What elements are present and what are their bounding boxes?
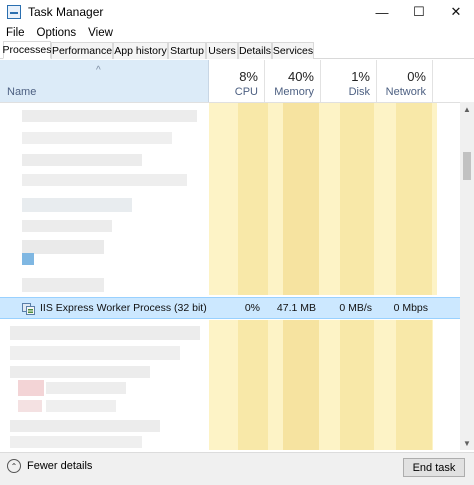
blurred-name [22,220,112,232]
vertical-scrollbar[interactable]: ▲ ▼ [460,102,474,450]
fewer-details-label: Fewer details [27,460,93,472]
blurred-name [10,436,142,448]
blurred-name [22,174,187,186]
task-manager-icon [7,5,21,19]
blurred-process-icon [18,400,42,412]
tab-details[interactable]: Details [238,42,272,59]
process-cpu: 0% [244,302,260,314]
blurred-name [22,240,104,254]
disk-label: Disk [348,86,370,98]
tab-bar: Processes Performance App history Startu… [0,41,474,59]
iis-process-icon [22,303,35,315]
blurred-network-values [396,103,432,295]
menu-options[interactable]: Options [31,27,83,39]
blurred-name [10,366,150,378]
menu-bar: File Options View [0,24,119,42]
blurred-name [10,346,180,360]
menu-view[interactable]: View [82,27,119,39]
fewer-details-button[interactable]: ⌃ Fewer details [7,459,92,473]
blurred-disk-values [340,320,374,450]
scroll-down-icon[interactable]: ▼ [460,436,474,450]
window-title: Task Manager [28,5,104,19]
blurred-name [22,198,132,212]
blurred-name [46,400,116,412]
tab-app-history[interactable]: App history [113,42,168,59]
scroll-up-icon[interactable]: ▲ [460,102,474,116]
tab-processes[interactable]: Processes [2,41,52,59]
sort-ascending-icon: ^ [96,65,101,76]
tab-users[interactable]: Users [206,42,238,59]
column-header-network[interactable]: 0% Network [377,60,433,102]
cpu-total-percent: 8% [239,69,258,84]
title-bar: Task Manager — ☐ ✕ [0,0,474,24]
blurred-name [10,420,160,432]
footer-bar: ⌃ Fewer details End task [0,452,474,485]
maximize-button[interactable]: ☐ [401,0,437,24]
blurred-cpu-values [238,103,268,295]
blurred-name [22,132,172,144]
network-label: Network [385,86,426,98]
blurred-process-icon [22,253,34,265]
network-total-percent: 0% [407,69,426,84]
memory-total-percent: 40% [287,69,314,84]
blurred-memory-values [283,320,319,450]
blurred-cpu-values [238,320,268,450]
column-header-memory[interactable]: 40% Memory [265,60,321,102]
scrollbar-thumb[interactable] [463,152,471,180]
tab-services[interactable]: Services [272,42,314,59]
column-header-name[interactable]: ^ Name [0,60,209,102]
blurred-name [22,278,104,292]
process-memory: 47.1 MB [276,302,316,314]
memory-label: Memory [274,86,314,98]
menu-file[interactable]: File [0,27,31,39]
column-name-label: Name [7,86,37,98]
chevron-up-icon: ⌃ [7,459,21,473]
blurred-name [10,326,200,340]
column-header-cpu[interactable]: 8% CPU [209,60,265,102]
process-list: ^ Name 8% CPU 40% Memory 1% Disk 0% Netw… [0,60,474,450]
process-name: IIS Express Worker Process (32 bit) [40,302,207,314]
process-row-iis-express[interactable]: IIS Express Worker Process (32 bit) 0% 4… [0,297,460,319]
blurred-memory-values [283,103,319,295]
tab-performance[interactable]: Performance [51,42,113,59]
tab-startup[interactable]: Startup [168,42,206,59]
process-disk: 0 MB/s [339,302,372,314]
blurred-name [22,154,142,166]
blurred-process-icon [18,380,44,396]
column-header-disk[interactable]: 1% Disk [321,60,377,102]
cpu-label: CPU [234,86,258,98]
minimize-button[interactable]: — [364,0,400,24]
process-network: 0 Mbps [393,302,428,314]
blurred-network-values [396,320,432,450]
end-task-button[interactable]: End task [403,458,465,477]
blurred-name [22,110,197,122]
blurred-name [46,382,126,394]
disk-total-percent: 1% [351,69,370,84]
blurred-disk-values [340,103,374,295]
close-button[interactable]: ✕ [438,0,474,24]
